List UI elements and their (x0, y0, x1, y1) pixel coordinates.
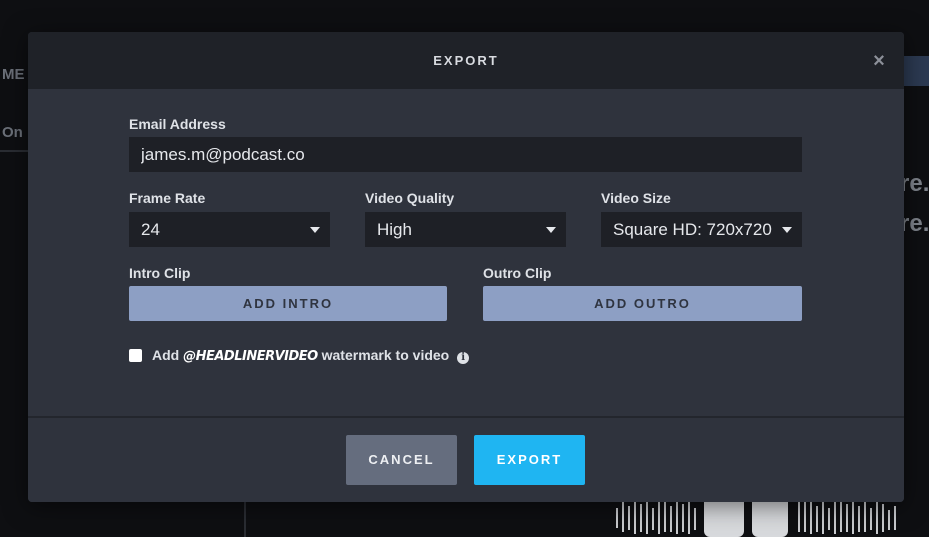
video-size-select[interactable]: Square HD: 720x720 (601, 212, 802, 247)
watermark-label: Add @HEADLINERVIDEO watermark to video i (152, 347, 470, 364)
modal-header: EXPORT × (28, 32, 904, 89)
background-divider (0, 150, 28, 152)
watermark-checkbox[interactable] (129, 349, 142, 362)
add-intro-button[interactable]: ADD INTRO (129, 286, 447, 321)
close-icon[interactable]: × (868, 50, 890, 72)
background-text-fragment: ME (2, 66, 25, 83)
background-text-fragment: On (2, 124, 23, 141)
frame-rate-label: Frame Rate (129, 190, 206, 206)
watermark-prefix: Add (152, 347, 180, 363)
add-outro-button[interactable]: ADD OUTRO (483, 286, 802, 321)
frame-rate-select[interactable]: 24 (129, 212, 330, 247)
video-quality-label: Video Quality (365, 190, 455, 206)
export-button[interactable]: EXPORT (474, 435, 585, 485)
info-icon[interactable]: i (457, 352, 470, 364)
modal-footer: CANCEL EXPORT (28, 418, 904, 502)
email-label: Email Address (129, 116, 226, 132)
chevron-down-icon (310, 227, 320, 233)
export-modal: EXPORT × Email Address Frame Rate 24 Vid… (28, 32, 904, 502)
intro-clip-label: Intro Clip (129, 265, 191, 281)
email-field[interactable] (129, 137, 802, 172)
outro-clip-label: Outro Clip (483, 265, 552, 281)
modal-body: Email Address Frame Rate 24 Video Qualit… (28, 89, 904, 416)
frame-rate-value: 24 (141, 220, 160, 239)
watermark-suffix: watermark to video (321, 347, 450, 363)
video-size-label: Video Size (601, 190, 671, 206)
video-quality-value: High (377, 220, 412, 239)
background-text-fragment: re. (900, 170, 929, 197)
background-text-fragment: re. (900, 210, 929, 237)
cancel-button[interactable]: CANCEL (346, 435, 457, 485)
chevron-down-icon (782, 227, 792, 233)
modal-title: EXPORT (433, 53, 499, 68)
video-quality-select[interactable]: High (365, 212, 566, 247)
video-size-value: Square HD: 720x720 (613, 220, 772, 239)
background-panel (904, 56, 929, 86)
headliner-watermark-logo: @HEADLINERVIDEO (183, 349, 318, 364)
background-divider (244, 502, 246, 537)
chevron-down-icon (546, 227, 556, 233)
